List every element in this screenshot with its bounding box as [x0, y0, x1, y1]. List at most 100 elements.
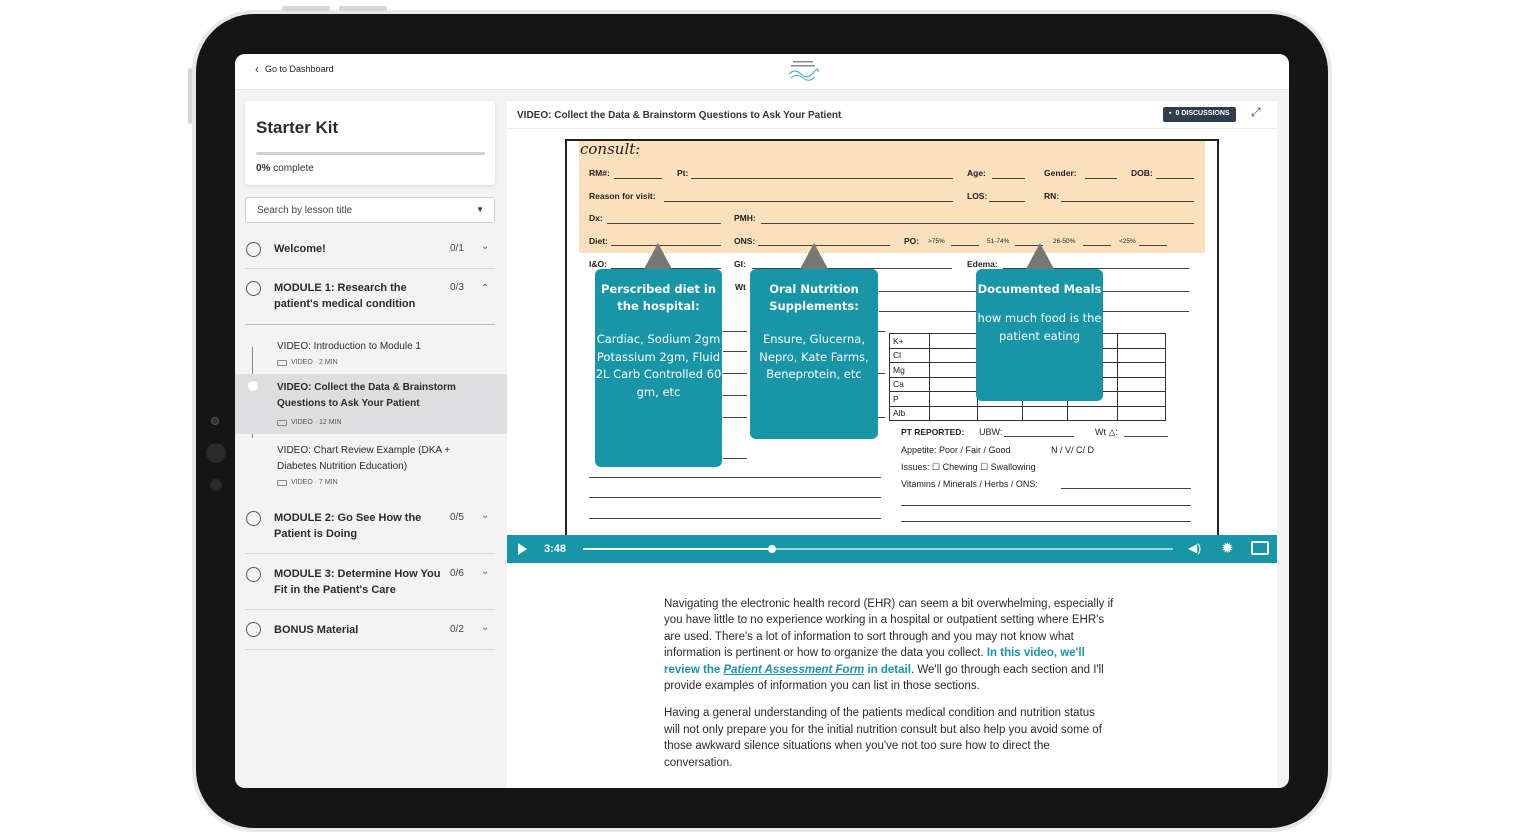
chevron-down-icon[interactable]: ⌄ — [481, 510, 489, 521]
callout-supplements: Oral Nutrition Supplements: Ensure, Gluc… — [750, 269, 878, 439]
form-label: Edema: — [967, 259, 998, 269]
video-header: VIDEO: Collect the Data & Brainstorm Que… — [507, 101, 1277, 129]
module-status-circle — [246, 281, 261, 296]
lesson-title: VIDEO: Collect the Data & Brainstorm Que… — [277, 382, 456, 409]
form-label: Reason for visit: — [589, 191, 656, 201]
lesson-content: VIDEO: Collect the Data & Brainstorm Que… — [507, 101, 1277, 788]
form-label: Wt — [735, 282, 746, 292]
current-time: 3:48 — [544, 543, 567, 555]
form-line — [723, 395, 747, 396]
module-status-circle — [246, 511, 261, 526]
seek-bar-fill — [583, 548, 772, 550]
chevron-down-icon[interactable]: ⌄ — [481, 566, 489, 577]
lesson-dot — [248, 337, 258, 347]
module-3[interactable]: MODULE 3: Determine How You Fit in the P… — [245, 554, 495, 610]
ubw-label: UBW: — [979, 427, 1003, 437]
form-label: RM#: — [589, 168, 610, 178]
form-label: Pt: — [677, 168, 689, 178]
form-line — [664, 201, 953, 202]
video-controls: 3:48 ◀) ✹ — [507, 535, 1277, 563]
nvcd-label: N / V/ C/ D — [1051, 445, 1095, 455]
callout-body: how much food is the patient eating — [977, 311, 1102, 343]
form-label: Diet: — [589, 236, 608, 246]
lesson-search-placeholder: Search by lesson title — [257, 205, 353, 216]
module-welcome[interactable]: Welcome! 0/1 ⌄ — [245, 233, 495, 269]
lesson-search-select[interactable]: Search by lesson title ▼ — [245, 197, 495, 223]
chevron-down-icon[interactable]: ⌄ — [481, 241, 489, 252]
form-line — [992, 178, 1025, 179]
sensor-small-icon — [210, 479, 222, 491]
caret-down-icon: ▼ — [476, 205, 484, 214]
callout-pointer — [1026, 243, 1054, 269]
volume-icon[interactable]: ◀) — [1188, 541, 1201, 555]
seek-bar[interactable] — [583, 545, 1173, 553]
form-label: GI: — [734, 259, 746, 269]
form-line — [723, 417, 747, 418]
lesson-title: VIDEO: Chart Review Example (DKA + Diabe… — [277, 445, 451, 472]
form-line — [589, 497, 881, 498]
form-line — [877, 373, 885, 374]
form-label: Gender: — [1044, 168, 1077, 178]
form-label: Dx: — [589, 213, 603, 223]
module-2[interactable]: MODULE 2: Go See How the Patient is Doin… — [245, 498, 495, 554]
description-paragraph: Having a general understanding of the pa… — [664, 707, 1102, 769]
form-line — [1061, 201, 1194, 202]
form-line — [989, 201, 1025, 202]
go-to-dashboard-link[interactable]: ‹ Go to Dashboard — [255, 63, 334, 75]
sensor-icon — [206, 443, 226, 463]
module-1[interactable]: MODULE 1: Research the patient's medical… — [245, 269, 495, 325]
settings-gear-icon[interactable]: ✹ — [1221, 539, 1234, 557]
issues-label: Issues: ☐ Chewing ☐ Swallowing — [901, 462, 1036, 472]
module-bonus[interactable]: BONUS Material 0/2 ⌄ — [245, 610, 495, 650]
lesson-dot — [248, 441, 258, 451]
volume-button — [282, 6, 330, 11]
form-line — [761, 223, 1194, 224]
lesson-dot-active — [248, 381, 258, 391]
lesson-meta: VIDEO · 2 MIN — [277, 359, 338, 366]
fullscreen-icon[interactable] — [1251, 541, 1269, 555]
chevron-down-icon[interactable]: ⌄ — [481, 622, 489, 633]
seek-handle[interactable] — [767, 545, 776, 553]
lesson-meta: VIDEO · 7 MIN — [277, 479, 338, 486]
module-title: BONUS Material — [274, 624, 359, 636]
form-label: ONS: — [734, 236, 756, 246]
module-title: Welcome! — [274, 243, 326, 255]
module-status-circle — [246, 242, 261, 257]
go-to-dashboard-label: Go to Dashboard — [265, 64, 334, 74]
po-option: <25% — [1119, 238, 1136, 245]
form-line — [607, 223, 721, 224]
patient-assessment-form-link[interactable]: Patient Assessment Form — [723, 664, 864, 676]
lesson-meta: VIDEO · 12 MIN — [277, 419, 342, 426]
form-line — [1083, 245, 1111, 246]
pt-reported-label: PT REPORTED: — [901, 427, 965, 437]
form-line — [723, 351, 747, 352]
chat-icon: ▪ — [1169, 110, 1172, 117]
form-line — [877, 331, 885, 332]
form-line — [1085, 178, 1117, 179]
po-option: >75% — [928, 238, 945, 245]
module-title: MODULE 2: Go See How the Patient is Doin… — [274, 512, 422, 540]
wt-change-label: Wt △: — [1095, 427, 1118, 437]
form-line — [723, 458, 747, 459]
lesson-item-active[interactable]: VIDEO: Collect the Data & Brainstorm Que… — [235, 374, 507, 434]
callout-heading: Documented Meals — [977, 282, 1102, 296]
play-icon[interactable] — [518, 543, 527, 555]
chevron-up-icon[interactable]: ⌃ — [481, 283, 489, 294]
form-line — [901, 505, 1191, 506]
video-player[interactable]: consult: RM#: Pt: Age: Gender: DOB: Reas… — [507, 129, 1277, 563]
camera-icon — [211, 417, 219, 425]
lesson-item[interactable]: VIDEO: Chart Review Example (DKA + Diabe… — [235, 434, 507, 496]
consult-heading: consult: — [580, 140, 641, 158]
course-progress-text: 0% complete — [256, 163, 314, 174]
callout-body: Cardiac, Sodium 2gm Potassium 2gm, Fluid… — [595, 332, 722, 399]
module-count: 0/3 — [450, 282, 464, 293]
discussions-button[interactable]: ▪ 0 DISCUSSIONS — [1163, 107, 1236, 122]
module-status-circle — [246, 622, 261, 637]
video-camera-icon — [277, 479, 287, 486]
form-line — [901, 521, 1191, 522]
expand-icon[interactable]: ⤢ — [1251, 105, 1261, 120]
consult-form-highlight — [579, 141, 1205, 253]
callout-heading: Oral Nutrition Supplements: — [769, 282, 859, 313]
lesson-item[interactable]: VIDEO: Introduction to Module 1 VIDEO · … — [235, 330, 507, 374]
lesson-description: Navigating the electronic health record … — [664, 596, 1114, 782]
